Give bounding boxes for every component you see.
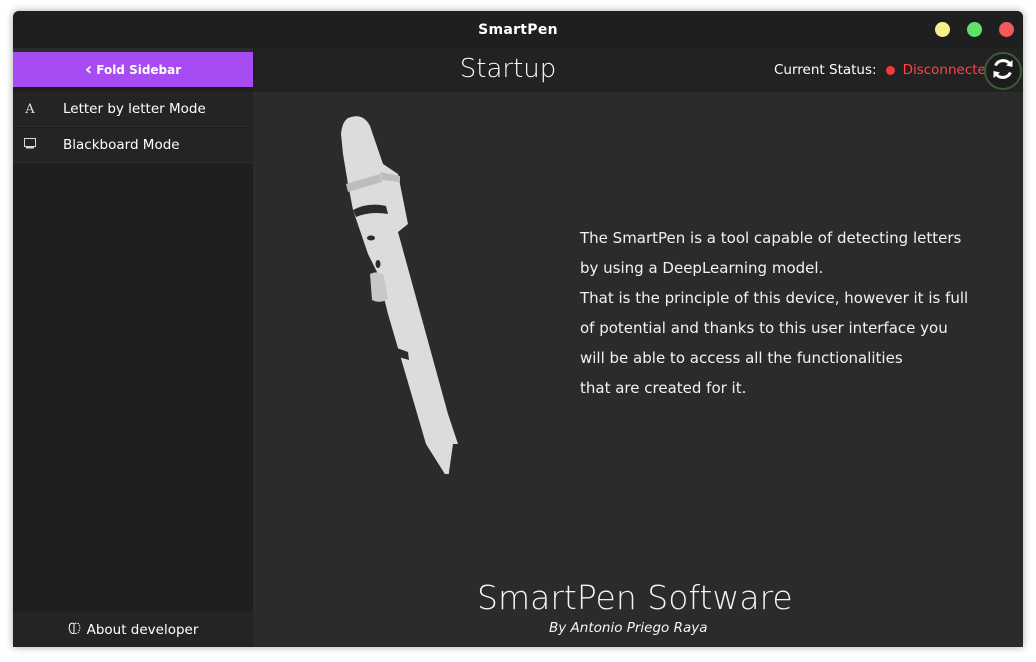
connection-status: Current Status: Disconnected bbox=[774, 62, 994, 78]
app-window: SmartPen ‹ Fold Sidebar A Letter by lett… bbox=[13, 11, 1023, 647]
author-credit: By Antonio Priego Raya bbox=[549, 620, 708, 636]
fold-sidebar-button[interactable]: ‹ Fold Sidebar bbox=[13, 52, 253, 87]
description-line: The SmartPen is a tool capable of detect… bbox=[580, 229, 962, 247]
sidebar-item-label: Letter by letter Mode bbox=[63, 101, 206, 117]
sidebar: ‹ Fold Sidebar A Letter by letter Mode B… bbox=[13, 52, 253, 647]
description-text: The SmartPen is a tool capable of detect… bbox=[580, 223, 980, 403]
main-content: The SmartPen is a tool capable of detect… bbox=[253, 92, 1023, 647]
description-line: That is the principle of this device, ho… bbox=[580, 289, 969, 307]
software-title: SmartPen Software bbox=[477, 578, 793, 617]
close-button[interactable] bbox=[999, 22, 1014, 37]
sidebar-item-label: Blackboard Mode bbox=[63, 137, 180, 153]
page-title: Startup bbox=[459, 54, 557, 84]
chevron-left-icon: ‹ bbox=[84, 58, 93, 80]
sidebar-item-blackboard-mode[interactable]: Blackboard Mode bbox=[13, 128, 253, 163]
description-line: of potential and thanks to this user int… bbox=[580, 319, 948, 337]
description-line: that are created for it. bbox=[580, 379, 747, 397]
sidebar-item-letter-mode[interactable]: A Letter by letter Mode bbox=[13, 92, 253, 127]
about-developer-label: About developer bbox=[86, 621, 199, 638]
about-developer-button[interactable]: About developer bbox=[13, 612, 253, 647]
monitor-icon bbox=[13, 137, 47, 153]
maximize-button[interactable] bbox=[967, 22, 982, 37]
description-line: by using a DeepLearning model. bbox=[580, 259, 824, 277]
status-label: Current Status: bbox=[774, 62, 877, 78]
window-title: SmartPen bbox=[478, 21, 558, 38]
fold-sidebar-label: Fold Sidebar bbox=[96, 62, 182, 77]
refresh-icon bbox=[990, 56, 1016, 86]
refresh-connection-button[interactable] bbox=[984, 52, 1022, 90]
title-bar: SmartPen bbox=[13, 11, 1023, 48]
smartpen-illustration bbox=[341, 116, 458, 474]
description-line: will be able to access all the functiona… bbox=[580, 349, 903, 367]
status-dot-icon bbox=[885, 65, 895, 75]
brain-icon bbox=[68, 622, 81, 638]
header-bar: Startup Current Status: Disconnected bbox=[253, 48, 1023, 92]
letter-a-icon: A bbox=[25, 101, 35, 117]
status-value: Disconnected bbox=[902, 62, 995, 78]
minimize-button[interactable] bbox=[935, 22, 950, 37]
